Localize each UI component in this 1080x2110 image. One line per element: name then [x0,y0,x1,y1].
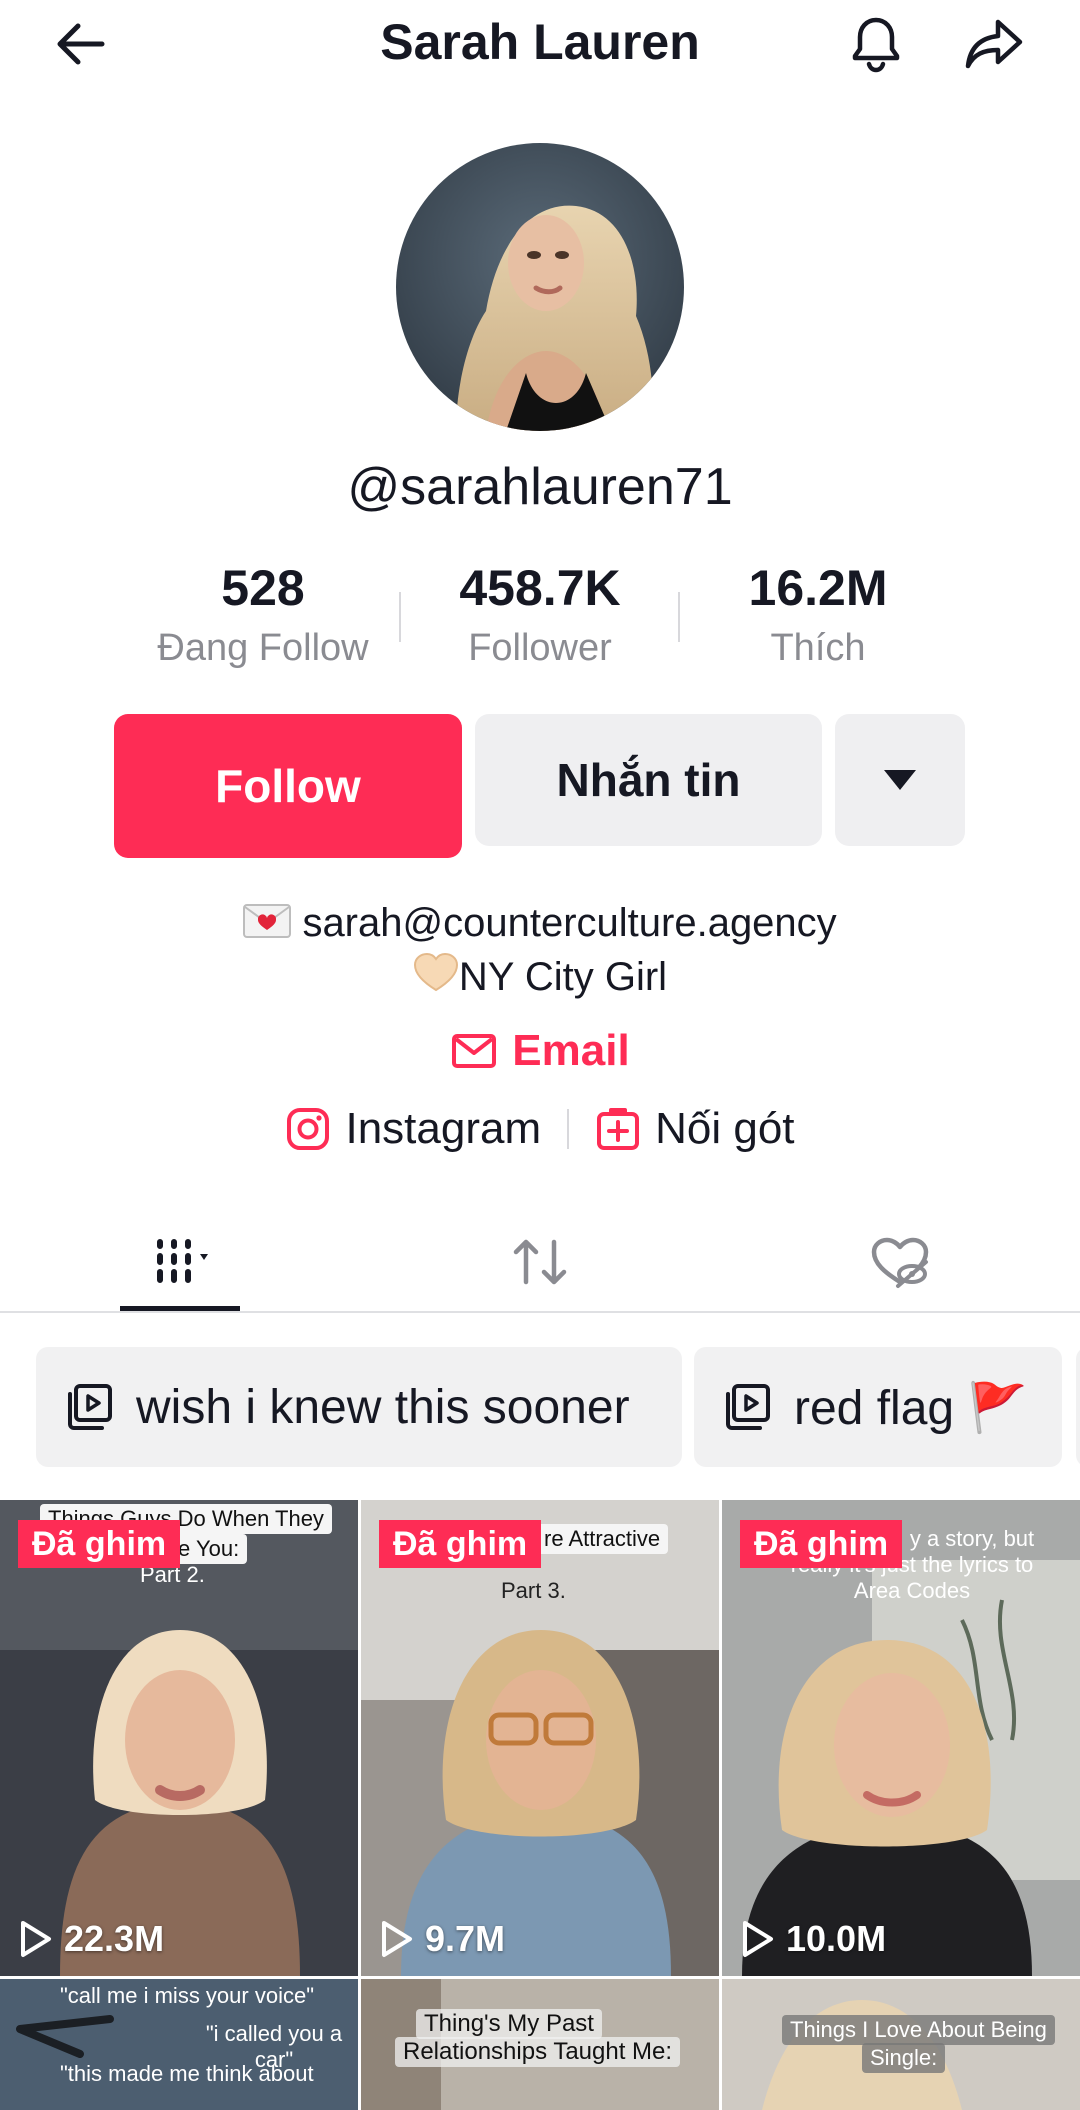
play-icon [21,1921,51,1957]
bio-email-text: sarah@counterculture.agency [302,901,837,945]
video-caption: e You: [170,1534,248,1564]
email-link-label: Email [512,1026,630,1075]
followers-count: 458.7K [459,560,621,616]
tab-liked[interactable] [720,1212,1080,1312]
view-count: 9.7M [379,1918,505,1960]
video-caption: Area Codes [853,1578,971,1603]
bio-line-city: NY City Girl [0,950,1080,1006]
follow-button[interactable]: Follow [114,714,462,858]
playlist-chip[interactable]: red flag 🚩 [694,1347,1062,1467]
followers-label: Follower [468,627,612,669]
video-caption: Part 3. [501,1578,566,1603]
bio-city-text: NY City Girl [458,955,668,999]
following-count: 528 [221,560,305,616]
profile-handle: @sarahlauren71 [347,458,733,516]
top-bar: Sarah Lauren [0,0,1080,86]
instagram-link[interactable]: Instagram [285,1104,541,1154]
arrow-left-icon [57,23,105,65]
instagram-label: Instagram [345,1104,542,1153]
likes-label: Thích [770,627,866,669]
caret-down-icon [884,770,916,790]
bio-line-email: sarah@counterculture.agency [0,896,1080,952]
share-icon [965,19,1023,69]
tab-reposts[interactable] [360,1212,720,1312]
pinned-badge: Đã ghim [379,1520,542,1568]
view-count-value: 9.7M [425,1918,506,1959]
liked-hidden-icon [871,1237,929,1288]
tabs-divider [0,1311,1080,1313]
video-caption: "call me i miss your voice" [60,1983,315,2008]
avatar-image [396,143,684,431]
add-yours-label: Nối gót [655,1104,795,1153]
page-title: Sarah Lauren [380,14,700,70]
playlist-label: wish i knew this sooner [136,1380,630,1434]
pinned-badge: Đã ghim [18,1520,181,1568]
message-button[interactable]: Nhắn tin [475,714,822,846]
play-icon [382,1921,412,1957]
video-caption: "this made me think about [60,2061,314,2086]
notifications-button[interactable] [840,8,912,80]
instagram-icon [287,1108,330,1150]
playlist-chip-partial[interactable] [1076,1347,1080,1467]
video-tile[interactable]: Things I Love About Being Single: [722,1979,1080,2110]
video-caption: re Attractive [536,1524,669,1554]
play-icon [743,1921,773,1957]
video-tile[interactable]: Thing's My Past Relationships Taught Me: [361,1979,719,2110]
playlist-icon [726,1384,770,1430]
video-tile[interactable]: y a story, but really it's just the lyri… [722,1500,1080,1976]
pinned-badge: Đã ghim [740,1520,903,1568]
repost-icon [513,1239,567,1285]
love-letter-icon [243,898,292,952]
view-count: 10.0M [740,1918,886,1960]
playlist-icon [68,1384,112,1430]
email-link[interactable]: Email [0,1026,1080,1076]
more-options-button[interactable] [835,714,965,846]
grid-icon [157,1239,208,1283]
view-count: 22.3M [18,1918,164,1960]
playlist-label: red flag 🚩 [794,1381,1028,1435]
share-button[interactable] [958,8,1030,80]
playlist-chip[interactable]: wish i knew this sooner [36,1347,682,1467]
view-count-value: 22.3M [64,1918,165,1959]
video-tile[interactable]: Things Guys Do When They e You: Part 2. … [0,1500,358,1976]
video-thumbnail [361,1500,719,1976]
video-caption: Relationships Taught Me: [395,2037,681,2067]
add-box-icon [597,1108,640,1150]
stat-likes: 16.2M Thích [678,555,958,673]
back-button[interactable] [46,8,118,80]
bell-icon [852,17,900,73]
social-links: Instagram Nối gót [0,1104,1080,1154]
stat-followers[interactable]: 458.7K Follower [400,555,680,673]
links-divider [567,1109,570,1149]
following-label: Đang Follow [157,627,369,669]
video-caption: Single: [862,2043,946,2073]
video-caption: Thing's My Past [416,2009,602,2039]
video-caption: Things I Love About Being [782,2015,1055,2045]
video-tile[interactable]: "call me i miss your voice" "i called yo… [0,1979,358,2110]
view-count-value: 10.0M [786,1918,887,1959]
tab-videos[interactable] [0,1212,360,1312]
likes-count: 16.2M [748,560,888,616]
video-tile[interactable]: re Attractive Part 3. Đã ghim 9.7M [361,1500,719,1976]
add-yours-link[interactable]: Nối gót [595,1104,795,1154]
heart-hands-icon [413,952,459,1006]
avatar[interactable] [396,143,684,431]
mail-icon [452,1034,497,1068]
stat-following[interactable]: 528 Đang Follow [123,555,403,673]
